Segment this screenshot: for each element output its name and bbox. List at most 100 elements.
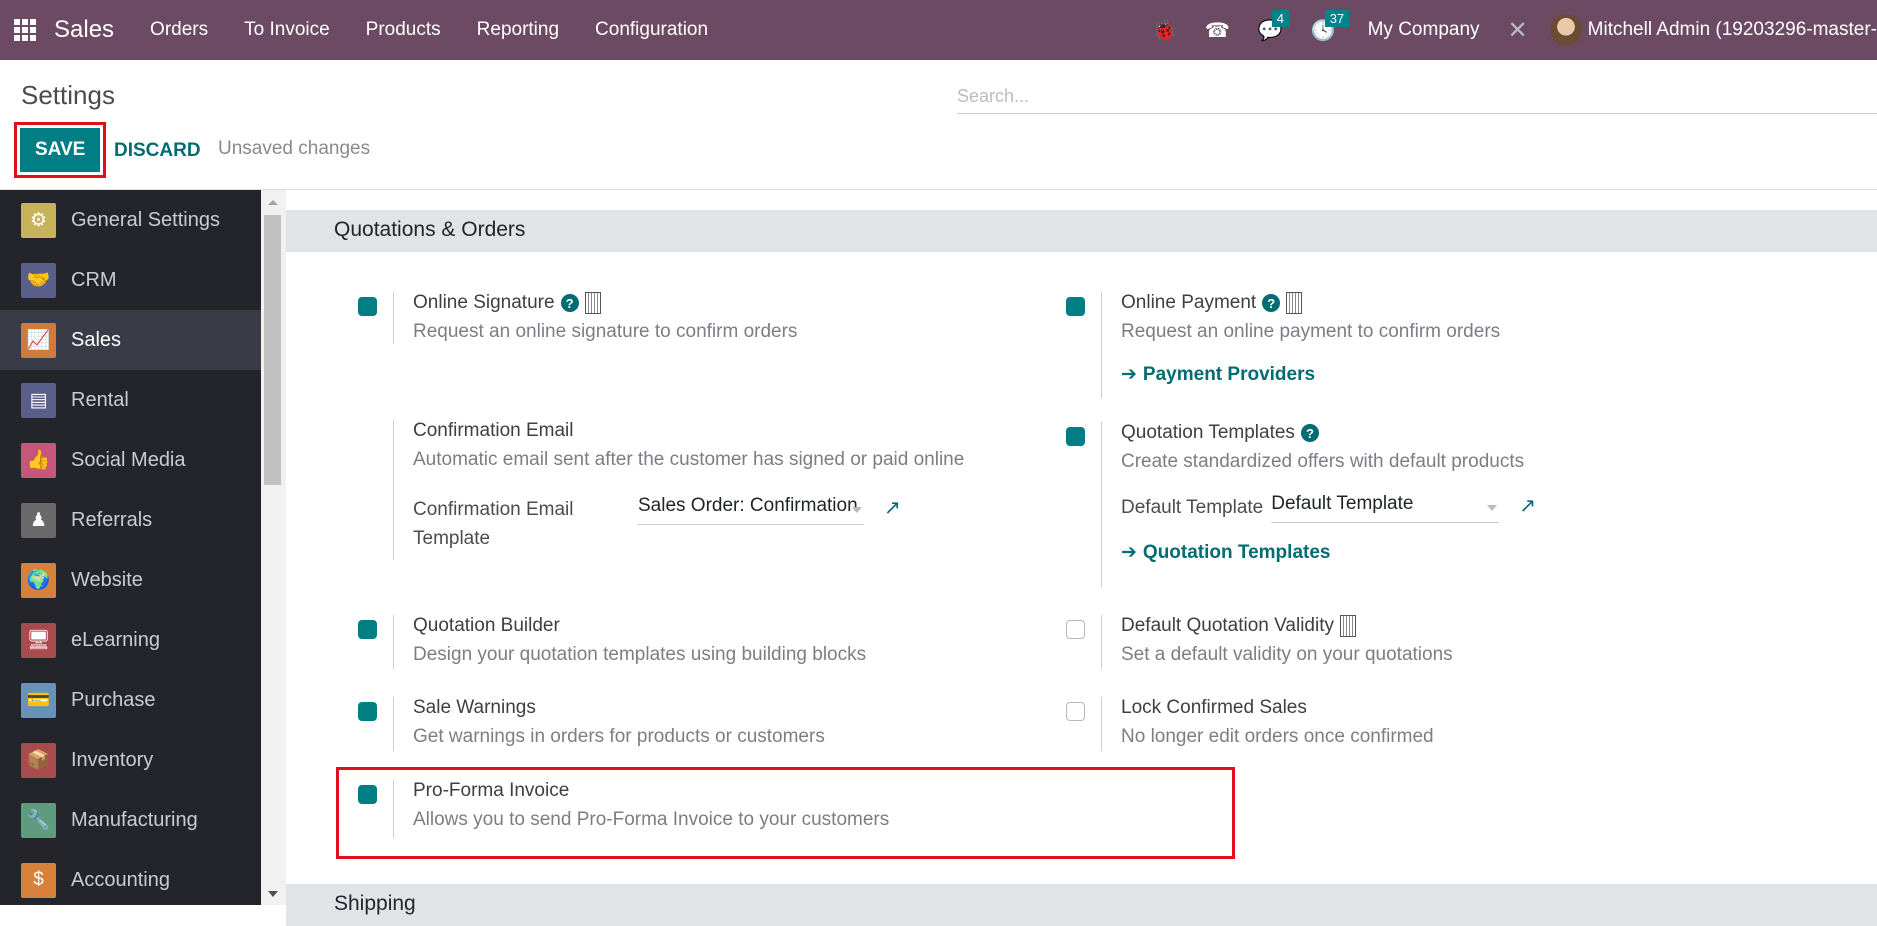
sidebar-item-label: Rental	[71, 388, 129, 411]
sidebar-item-rental[interactable]: ▤ Rental	[0, 370, 261, 430]
setting-title: Quotation Builder	[413, 615, 560, 636]
sidebar-item-label: Purchase	[71, 688, 156, 711]
payment-providers-link[interactable]: ➔ Payment Providers	[1121, 363, 1500, 386]
confirmation-email-template-select[interactable]: Sales Order: Confirmation	[638, 495, 864, 525]
default-template-select[interactable]: Default Template	[1271, 493, 1500, 523]
menu-orders[interactable]: Orders	[132, 19, 226, 41]
sidebar-scrollbar[interactable]	[261, 190, 286, 905]
sidebar-item-label: Inventory	[71, 748, 154, 771]
messages-icon[interactable]: 💬 4	[1258, 9, 1290, 43]
sidebar-item-elearning[interactable]: 🖥 eLearning	[0, 610, 261, 670]
user-menu[interactable]: Mitchell Admin (19203296-master-	[1588, 19, 1877, 41]
search-input[interactable]	[957, 80, 1877, 112]
menu-products[interactable]: Products	[348, 19, 459, 41]
sidebar-item-label: Accounting	[71, 868, 170, 891]
help-icon[interactable]: ?	[560, 294, 579, 312]
setting-description: Set a default validity on your quotation…	[1121, 644, 1453, 665]
divider	[393, 292, 394, 344]
help-icon[interactable]: ?	[1262, 294, 1281, 312]
control-panel: Settings ( SAVE DISCARD Unsaved changes	[0, 60, 1877, 190]
menu-reporting[interactable]: Reporting	[459, 19, 577, 41]
divider	[1101, 615, 1102, 669]
setting-title: Online Payment	[1121, 292, 1257, 313]
online-payment-checkbox[interactable]	[1066, 297, 1085, 316]
sidebar-item-label: General Settings	[71, 208, 220, 231]
referrals-icon: ♟	[21, 502, 56, 538]
sidebar-item-purchase[interactable]: 💳 Purchase	[0, 670, 261, 730]
box-icon: 📦	[21, 742, 56, 778]
sidebar-item-sales[interactable]: 📈 Sales	[0, 310, 261, 370]
divider	[1101, 292, 1102, 398]
credit-card-icon: 💳	[21, 682, 56, 718]
menu-configuration[interactable]: Configuration	[577, 19, 726, 41]
handshake-icon: 🤝	[21, 262, 56, 298]
save-button[interactable]: SAVE	[20, 128, 101, 172]
dropdown-caret-icon	[1487, 505, 1498, 511]
setting-description: Create standardized offers with default …	[1121, 451, 1525, 472]
save-highlight-box: SAVE	[14, 122, 107, 178]
discard-button[interactable]: DISCARD	[114, 140, 201, 162]
quotation-builder-checkbox[interactable]	[358, 620, 377, 639]
divider	[1101, 697, 1102, 751]
sidebar-item-general-settings[interactable]: ⚙ General Settings	[0, 190, 261, 250]
arrow-right-icon: ➔	[1121, 542, 1137, 563]
gear-icon: ⚙	[21, 202, 56, 238]
quotation-templates-link[interactable]: ➔ Quotation Templates	[1121, 541, 1536, 564]
debug-bug-icon[interactable]: 🐞	[1152, 18, 1177, 43]
section-header-quotations: Quotations & Orders	[286, 210, 1877, 252]
setting-title: Confirmation Email	[413, 420, 574, 441]
user-avatar[interactable]	[1549, 14, 1582, 46]
link-label: Payment Providers	[1142, 363, 1316, 385]
sidebar-item-accounting[interactable]: $ Accounting	[0, 850, 261, 910]
sidebar-item-inventory[interactable]: 📦 Inventory	[0, 730, 261, 790]
page-title: Settings	[21, 80, 115, 110]
scroll-down-arrow-icon[interactable]	[268, 891, 278, 897]
section-header-shipping: Shipping	[286, 884, 1877, 926]
select-value: Default Template	[1271, 493, 1414, 514]
sidebar-item-referrals[interactable]: ♟ Referrals	[0, 490, 261, 550]
online-signature-checkbox[interactable]	[358, 297, 377, 316]
scroll-thumb[interactable]	[264, 215, 281, 485]
sidebar-item-crm[interactable]: 🤝 CRM	[0, 250, 261, 310]
sidebar-item-label: Manufacturing	[71, 808, 198, 831]
app-name[interactable]: Sales	[54, 16, 114, 44]
top-navbar: Sales Orders To Invoice Products Reporti…	[0, 0, 1877, 60]
phone-icon[interactable]: ☎	[1205, 18, 1230, 43]
scroll-up-arrow-icon[interactable]	[268, 200, 278, 205]
lock-confirmed-checkbox[interactable]	[1066, 702, 1085, 721]
setting-description: Request an online signature to confirm o…	[413, 321, 798, 342]
help-icon[interactable]: ?	[1300, 424, 1319, 442]
field-label: Default Template	[1121, 497, 1264, 518]
setting-title: Pro-Forma Invoice	[413, 780, 570, 801]
pro-forma-invoice-checkbox[interactable]	[358, 785, 377, 804]
unsaved-status: Unsaved changes	[218, 138, 371, 159]
sidebar-item-manufacturing[interactable]: 🔧 Manufacturing	[0, 790, 261, 850]
external-link-icon[interactable]: ↗	[1519, 493, 1536, 518]
chart-trend-icon: 📈	[21, 322, 56, 358]
menu-to-invoice[interactable]: To Invoice	[226, 19, 348, 41]
field-label: Confirmation Email Template	[413, 499, 574, 549]
app-menu-grid-icon[interactable]	[14, 19, 36, 41]
messages-badge: 4	[1271, 9, 1290, 27]
divider	[1101, 422, 1102, 587]
external-link-icon[interactable]: ↗	[884, 495, 901, 520]
setting-description: Allows you to send Pro-Forma Invoice to …	[413, 809, 890, 830]
company-switcher[interactable]: My Company	[1368, 19, 1480, 41]
default-validity-checkbox[interactable]	[1066, 620, 1085, 639]
activities-clock-icon[interactable]: 🕓 37	[1311, 9, 1350, 43]
sale-warnings-checkbox[interactable]	[358, 702, 377, 721]
sidebar-item-social-media[interactable]: 👍 Social Media	[0, 430, 261, 490]
elearning-icon: 🖥	[21, 622, 56, 658]
setting-description: No longer edit orders once confirmed	[1121, 726, 1434, 747]
section-title: Quotations & Orders	[334, 218, 526, 241]
setting-description: Automatic email sent after the customer …	[413, 449, 965, 470]
sidebar-item-label: Website	[71, 568, 143, 591]
sidebar-item-label: Sales	[71, 328, 122, 351]
rental-icon: ▤	[21, 382, 56, 418]
sidebar-item-website[interactable]: 🌍 Website	[0, 550, 261, 610]
divider	[393, 780, 394, 838]
activities-badge: 37	[1324, 9, 1350, 27]
tools-icon[interactable]: ✕	[1508, 16, 1528, 45]
globe-icon: 🌍	[21, 562, 56, 598]
quotation-templates-checkbox[interactable]	[1066, 427, 1085, 446]
